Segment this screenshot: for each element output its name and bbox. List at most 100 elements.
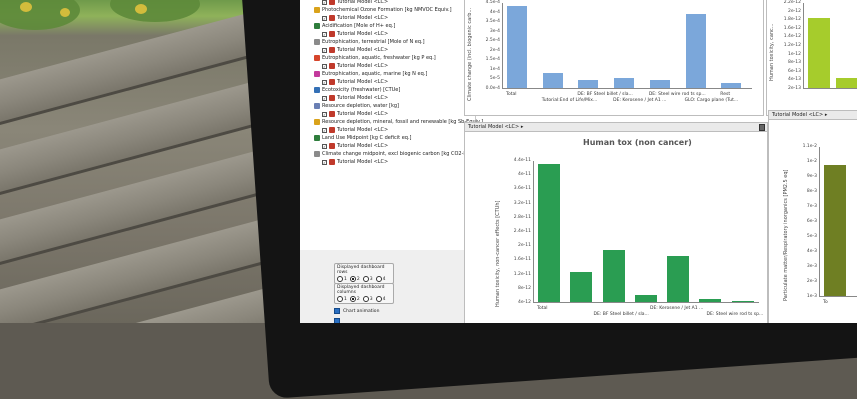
y-tick-label: 3.5e-4 [485,19,500,25]
radio-icon [349,296,356,302]
y-tick-label: 1.1e-2 [802,144,817,149]
tree-checkbox[interactable]: ✓ [322,63,327,69]
chart-plot-area [819,147,857,297]
chart-bar[interactable] [570,271,593,302]
y-tick-label: 1.2e-12 [783,43,801,48]
tree-item-label: Climate change midpoint, excl biogenic c… [322,151,481,157]
tree-item-label: Tutorial Model <LC> [337,127,389,133]
chart-bar[interactable] [699,299,722,302]
tree-item-category[interactable]: Eutrophication, aquatic, freshwater [kg … [314,54,436,62]
panel-tab[interactable]: Tutorial Model <LC> ▸ [769,111,857,120]
tree-item-category[interactable]: Eutrophication, aquatic, marine [kg N eq… [314,70,427,78]
y-tick-label: 3e-4 [489,28,500,34]
chart-bar[interactable] [602,249,625,302]
tree-item-model[interactable]: ✓ Tutorial Model <LC> [322,78,388,86]
tree-item-model[interactable]: ✓ Tutorial Model <LC> [322,30,388,38]
tree-item-category[interactable]: Resource depletion, mineral, fossil and … [314,118,483,126]
y-tick-label: 4e-13 [788,77,801,83]
tree-checkbox[interactable]: ✓ [322,143,327,149]
chart-bar[interactable] [824,164,846,296]
tree-item-label: Tutorial Model <LC> [337,111,389,117]
panel-menu-icon[interactable] [759,124,765,131]
chart-panel-human-toxicity-cancer: Human toxicity, canc... 2.2e-12 2e-12 1.8e… [766,0,857,116]
rows-radio-1[interactable]: 1 [337,276,347,282]
y-tick-label: 9e-3 [806,174,817,179]
chart-bar[interactable] [667,256,690,302]
y-tick-label: 4e-11 [518,172,531,178]
tree-item-model[interactable]: ✓ Tutorial Model <LC> [322,110,388,118]
tree-item-category[interactable]: Land Use Midpoint [kg C deficit eq.] [314,134,412,142]
tree-checkbox[interactable]: ✓ [322,79,327,85]
radio-label: 3 [369,276,373,282]
chart-bar[interactable] [649,79,670,88]
tree-item-category[interactable]: Climate change midpoint, excl biogenic c… [314,150,480,158]
tree-item-model[interactable]: ✓ Tutorial Model <LC> [322,46,388,54]
tree-item-category[interactable]: Ecotoxicity (freshwater) [CTUe] [314,86,400,94]
x-tick-label: DE: BF Steel billet / sla... [593,312,649,317]
model-icon [329,79,335,85]
cols-radio-1[interactable]: 1 [337,296,347,302]
tree-item-label: Resource depletion, mineral, fossil and … [322,119,484,125]
tree-item-category[interactable]: Acidification [Mole of H+ eq.] [314,22,395,30]
tree-checkbox[interactable]: ✓ [322,95,327,101]
radio-icon [362,276,369,282]
y-tick-label: 2e-13 [788,86,801,91]
cols-radio-4[interactable]: 4 [375,296,386,302]
tree-checkbox[interactable]: ✓ [322,127,327,133]
y-tick-label: 4e-3 [806,249,817,254]
impact-category-tree[interactable]: ✓ Tutorial Model <LC> Photochemical Ozone … [300,0,483,250]
tree-item-label: Acidification [Mole of H+ eq.] [322,23,396,29]
chart-plot-area [533,161,759,303]
y-tick-label: 1.4e-12 [783,34,801,40]
rows-radio-group[interactable]: 1 2 3 4 [337,276,391,282]
radio-icon [337,276,343,282]
cols-radio-3[interactable]: 3 [362,296,373,302]
tree-item-category[interactable]: Resource depletion, water [kg] [314,102,399,110]
tree-checkbox[interactable]: ✓ [322,47,327,53]
tree-checkbox[interactable]: ✓ [322,111,327,117]
checkbox-checked-icon [334,308,340,314]
panel-tab[interactable]: Tutorial Model <LC> ▸ [465,123,767,132]
tree-item-model[interactable]: ✓ Tutorial Model <LC> [322,126,388,134]
tree-item-model[interactable]: ✓ Tutorial Model <LC> [322,142,388,150]
impact-category-icon [314,23,320,29]
radio-icon [375,296,382,302]
impact-category-icon [314,87,320,93]
chart-bar[interactable] [614,78,635,88]
chart-bar[interactable] [538,164,560,302]
tree-checkbox[interactable]: ✓ [322,159,327,165]
tree-item-model[interactable]: ✓ Tutorial Model <LC> [322,94,388,102]
chart-bar[interactable] [542,73,563,88]
tree-checkbox[interactable]: ✓ [322,0,327,5]
chart-bar[interactable] [685,14,706,88]
rows-radio-4[interactable]: 4 [375,276,386,282]
y-axis-label: Climate change (incl. biogenic carb... [467,7,473,101]
chart-bar[interactable] [578,79,599,88]
cols-radio-2[interactable]: 2 [349,296,360,302]
tree-checkbox[interactable]: ✓ [322,31,327,37]
tree-item-category[interactable]: Eutrophication, terrestrial [Mole of N e… [314,38,425,46]
tree-item-model[interactable]: ✓ Tutorial Model <LC> [322,62,388,70]
x-tick-label: DE: Kerosene / Jet A1 ... [650,306,704,311]
secondary-checkbox[interactable] [334,318,340,323]
y-tick-label: 2.5e-4 [485,38,500,44]
tree-item-category[interactable]: Photochemical Ozone Formation [kg NMVOC … [314,6,452,14]
y-tick-label: 1.6e-12 [783,25,801,31]
x-tick-label: DE: BF Steel billet / sla... [577,92,633,97]
chart-bar[interactable] [731,300,754,302]
y-tick-label: 2.2e-12 [783,0,801,5]
tree-checkbox[interactable]: ✓ [322,15,327,21]
rows-radio-3[interactable]: 3 [362,276,373,282]
tree-item-model[interactable]: ✓ Tutorial Model <LC> [322,14,388,22]
chart-bar[interactable] [507,6,527,88]
y-tick-label: 6e-3 [806,219,817,224]
tree-item-model[interactable]: ✓ Tutorial Model <LC> [322,158,388,166]
chart-bar[interactable] [634,295,657,302]
chart-animation-checkbox[interactable]: Chart animation [334,308,379,314]
chart-bar[interactable] [835,78,857,88]
columns-radio-group[interactable]: 1 2 3 4 [337,296,391,302]
chart-bar[interactable] [721,83,742,88]
rows-radio-2[interactable]: 2 [349,276,360,282]
chart-bar[interactable] [808,18,830,88]
radio-label: 4 [382,296,386,302]
